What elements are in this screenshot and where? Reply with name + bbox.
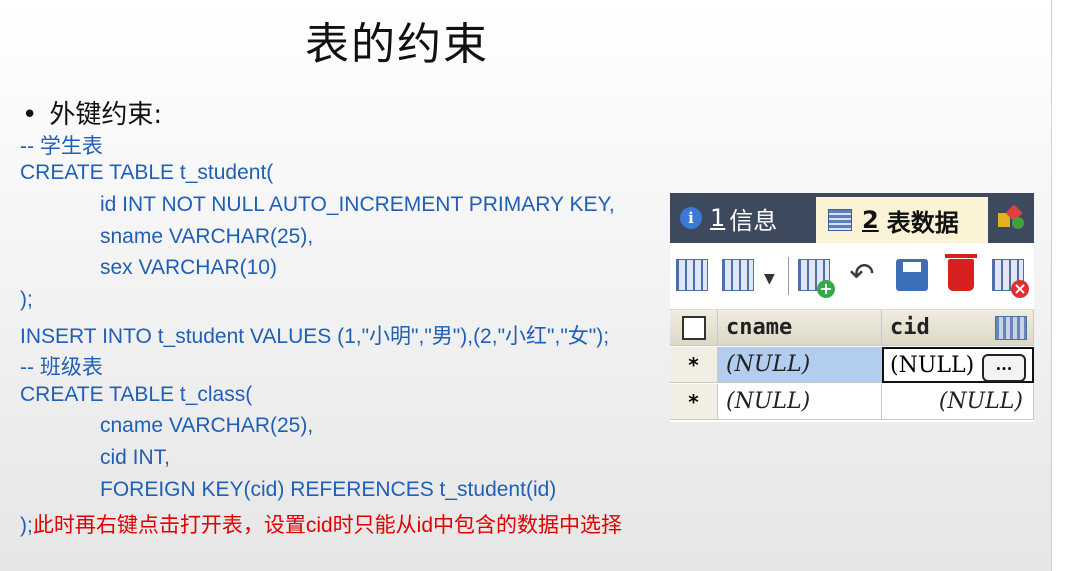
cell-cid-editing[interactable]: (NULL)... <box>882 347 1034 383</box>
red-note: 此时再右键点击打开表，设置cid时只能从id中包含的数据中选择 <box>32 514 623 537</box>
code-line-with-note: );此时再右键点击打开表，设置cid时只能从id中包含的数据中选择 <box>20 509 622 539</box>
tab-info[interactable]: i 1 信息 <box>670 193 810 243</box>
cell-cname[interactable]: (NULL) <box>718 347 882 383</box>
delete-icon[interactable] <box>945 254 977 291</box>
row-marker: * <box>670 347 718 383</box>
table-row[interactable]: * (NULL) (NULL) <box>670 384 1034 421</box>
checkbox[interactable] <box>681 315 706 340</box>
tab-table-data-number: 2 <box>862 206 879 234</box>
column-header-cid[interactable]: cid <box>882 310 1034 346</box>
header-row: cname cid <box>670 310 1034 347</box>
grid-dropdown-icon[interactable] <box>722 259 754 291</box>
row-marker: * <box>670 384 718 420</box>
tab-table-data[interactable]: 2 表数据 <box>816 197 988 243</box>
cell-cid[interactable]: (NULL) <box>882 384 1034 420</box>
info-icon: i <box>680 207 702 229</box>
code-line: id INT NOT NULL AUTO_INCREMENT PRIMARY K… <box>100 193 615 216</box>
grid-import-icon[interactable] <box>676 259 708 291</box>
code-line: CREATE TABLE t_student( <box>20 161 274 184</box>
db-screenshot-panel: i 1 信息 2 表数据 ▼ ↶ cname <box>670 193 1034 422</box>
code-close: ); <box>20 514 33 537</box>
code-line: sex VARCHAR(10) <box>100 256 277 279</box>
code-line: cname VARCHAR(25), <box>100 414 314 437</box>
slide: 表的约束 • 外键约束: -- 学生表 CREATE TABLE t_studen… <box>0 0 1052 571</box>
table-icon <box>828 209 852 231</box>
code-line: CREATE TABLE t_class( <box>20 383 253 406</box>
bullet-text: 外键约束: <box>49 100 163 130</box>
add-row-icon[interactable] <box>798 259 835 298</box>
bullet-dot: • <box>22 100 38 130</box>
code-line: sname VARCHAR(25), <box>100 225 314 248</box>
code-line: ); <box>20 288 33 311</box>
code-line: FOREIGN KEY(cid) REFERENCES t_student(id… <box>100 478 557 501</box>
column-header-cid-label: cid <box>890 315 930 340</box>
chevron-down-icon[interactable]: ▼ <box>764 271 775 287</box>
ellipsis-button[interactable]: ... <box>982 354 1026 382</box>
select-all-cell[interactable] <box>670 310 718 346</box>
tab-info-label: 信息 <box>729 206 778 235</box>
column-header-cname[interactable]: cname <box>718 310 882 346</box>
column-options-icon[interactable] <box>995 316 1027 340</box>
tab-bar: i 1 信息 2 表数据 <box>670 193 1034 243</box>
undo-icon[interactable]: ↶ <box>846 259 878 291</box>
save-icon[interactable] <box>896 259 928 291</box>
slide-title: 表的约束 <box>305 19 489 70</box>
tab-more-icon[interactable] <box>992 203 1032 235</box>
cancel-icon[interactable] <box>992 259 1029 298</box>
tab-table-data-label: 表数据 <box>886 208 959 237</box>
cell-cname[interactable]: (NULL) <box>718 384 882 420</box>
table-row[interactable]: * (NULL) (NULL)... <box>670 347 1034 384</box>
code-line: -- 班级表 <box>20 356 103 379</box>
code-line: -- 学生表 <box>20 135 103 158</box>
bullet-item: • 外键约束: <box>22 94 162 131</box>
cell-cid-value: (NULL) <box>890 352 975 378</box>
toolbar: ▼ ↶ <box>670 243 1034 310</box>
code-line: cid INT, <box>100 446 171 469</box>
tab-info-number: 1 <box>710 204 726 232</box>
toolbar-divider <box>788 257 789 295</box>
code-line: INSERT INTO t_student VALUES (1,"小明","男"… <box>20 325 610 348</box>
